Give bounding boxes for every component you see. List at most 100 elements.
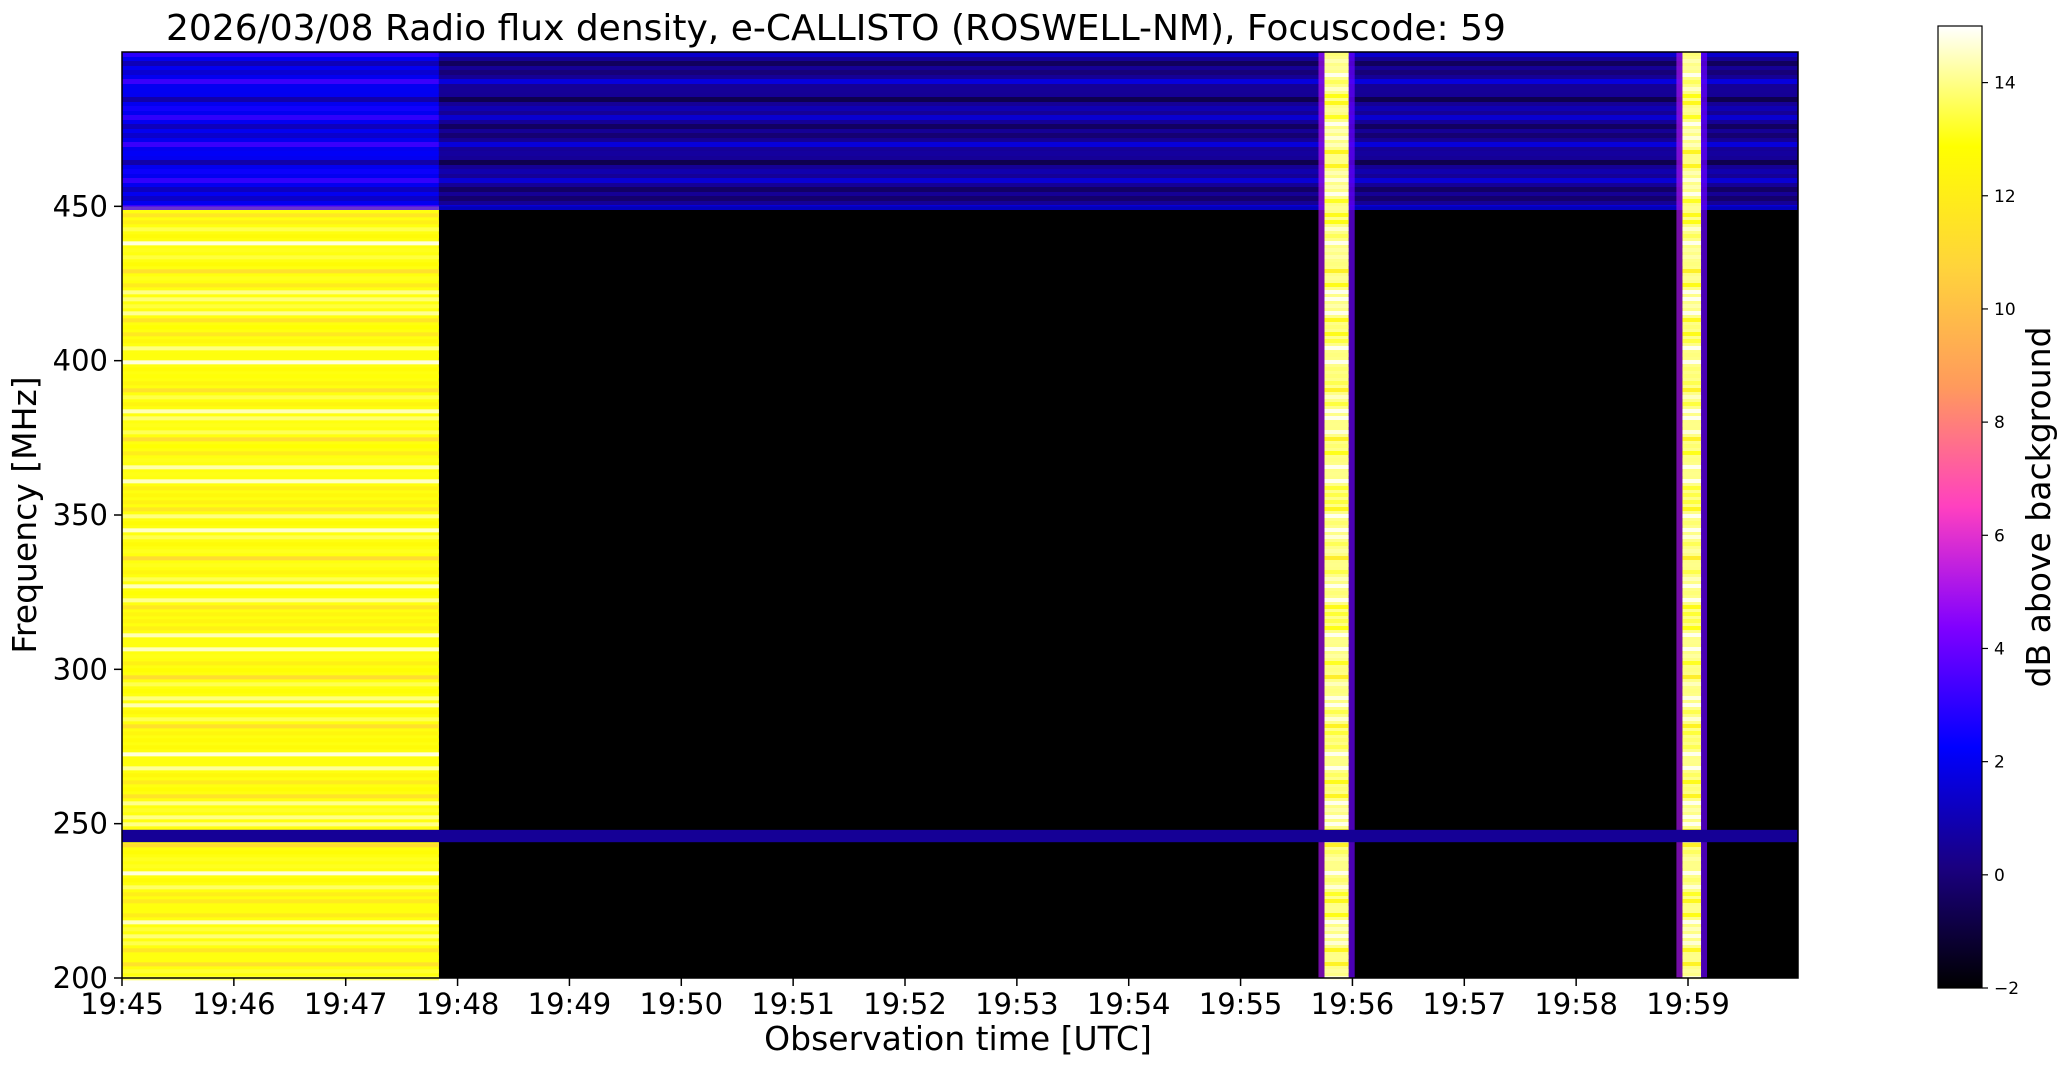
- heatmap-stripe: [122, 843, 439, 848]
- heatmap-stripe: [1682, 570, 1702, 574]
- heatmap-stripe: [122, 248, 439, 253]
- y-tick-label: 400: [53, 344, 108, 378]
- heatmap-stripe: [1324, 59, 1349, 63]
- heatmap-stripe: [122, 822, 439, 827]
- heatmap-stripe: [1682, 269, 1702, 273]
- heatmap-stripe: [1682, 199, 1702, 203]
- heatmap-stripe: [122, 79, 439, 84]
- heatmap-stripe: [1324, 892, 1349, 896]
- heatmap-stripe: [1682, 479, 1702, 483]
- heatmap-stripe: [122, 151, 439, 156]
- heatmap-stripe: [122, 339, 439, 344]
- heatmap-stripe: [1324, 500, 1349, 504]
- heatmap-stripe: [1324, 871, 1349, 875]
- heatmap-stripe: [1324, 486, 1349, 490]
- heatmap-stripe: [1324, 332, 1349, 336]
- heatmap-stripe: [1324, 143, 1349, 147]
- heatmap-stripe: [1682, 542, 1702, 546]
- x-tick-label: 19:57: [1423, 987, 1507, 1021]
- heatmap-stripe: [1324, 444, 1349, 448]
- heatmap-stripe: [1324, 773, 1349, 777]
- heatmap-stripe: [1324, 451, 1349, 455]
- heatmap-stripe: [122, 106, 439, 111]
- heatmap-stripe: [1324, 402, 1349, 406]
- heatmap-stripe: [1682, 822, 1702, 826]
- heatmap-stripe: [1682, 773, 1702, 777]
- x-tick-label: 19:51: [751, 987, 835, 1021]
- heatmap-stripe: [122, 815, 439, 820]
- heatmap-stripe: [1324, 612, 1349, 616]
- heatmap-stripe: [122, 290, 439, 295]
- heatmap-stripe: [1682, 864, 1702, 868]
- heatmap-stripe: [122, 591, 439, 596]
- heatmap-stripe: [1324, 164, 1349, 168]
- heatmap-stripe: [1324, 269, 1349, 273]
- heatmap-stripe: [122, 682, 439, 687]
- heatmap-stripe: [122, 654, 439, 659]
- heatmap-stripe: [1324, 857, 1349, 861]
- heatmap-stripe: [1682, 430, 1702, 434]
- heatmap-stripe: [1324, 668, 1349, 672]
- heatmap-stripe: [1682, 759, 1702, 763]
- heatmap-stripe: [122, 276, 439, 281]
- heatmap-stripe: [122, 850, 439, 855]
- heatmap-stripe: [122, 115, 439, 120]
- heatmap-stripe: [122, 549, 439, 554]
- heatmap-stripe: [1682, 668, 1702, 672]
- heatmap-stripe: [122, 570, 439, 575]
- heatmap-stripe: [122, 633, 439, 638]
- heatmap-stripe: [1324, 682, 1349, 686]
- heatmap-stripe: [122, 318, 439, 323]
- heatmap-stripe: [1324, 507, 1349, 511]
- heatmap-stripe: [1682, 633, 1702, 637]
- heatmap-stripe: [1324, 339, 1349, 343]
- heatmap-stripe: [1682, 150, 1702, 154]
- heatmap-stripe: [1324, 367, 1349, 371]
- heatmap-stripe: [1324, 360, 1349, 364]
- heatmap-stripe: [122, 759, 439, 764]
- heatmap-stripe: [122, 787, 439, 792]
- heatmap-stripe: [1324, 325, 1349, 329]
- heatmap-stripe: [1682, 213, 1702, 217]
- heatmap-stripe: [122, 528, 439, 533]
- heatmap-stripe: [1682, 486, 1702, 490]
- heatmap-stripe: [122, 255, 439, 260]
- heatmap-stripe: [1682, 703, 1702, 707]
- heatmap-stripe: [122, 626, 439, 631]
- heatmap-stripe: [1682, 780, 1702, 784]
- heatmap-stripe: [1682, 850, 1702, 854]
- y-tick-label: 350: [53, 498, 108, 532]
- heatmap-stripe: [1682, 388, 1702, 392]
- heatmap-stripe: [1324, 969, 1349, 973]
- heatmap-stripe: [1324, 941, 1349, 945]
- heatmap-cell: [438, 52, 1798, 207]
- y-tick-label: 300: [53, 652, 108, 686]
- heatmap-stripe: [122, 311, 439, 316]
- y-axis: 200 250 300 350 400 450: [53, 189, 122, 995]
- spectrogram-figure: 2026/03/08 Radio flux density, e-CALLIST…: [5, 8, 2058, 1058]
- heatmap-stripe: [122, 661, 439, 666]
- heatmap-stripe: [1324, 808, 1349, 812]
- heatmap-stripe: [1324, 843, 1349, 847]
- heatmap-stripe: [1682, 885, 1702, 889]
- heatmap-stripe: [1682, 192, 1702, 196]
- heatmap-stripe: [1682, 738, 1702, 742]
- heatmap-stripe: [1324, 178, 1349, 182]
- heatmap-stripe: [122, 409, 439, 414]
- plot-area: [121, 51, 1799, 981]
- x-tick-label: 19:47: [304, 987, 388, 1021]
- heatmap-stripe: [1324, 248, 1349, 252]
- heatmap-stripe: [122, 325, 439, 330]
- heatmap-stripe: [1682, 115, 1702, 119]
- heatmap-stripe: [122, 416, 439, 421]
- heatmap-stripe: [1682, 234, 1702, 238]
- heatmap-stripe: [1682, 731, 1702, 735]
- heatmap-stripe: [122, 444, 439, 449]
- heatmap-stripe: [122, 472, 439, 477]
- heatmap-stripe: [1324, 710, 1349, 714]
- heatmap-stripe: [1682, 724, 1702, 728]
- heatmap-stripe: [122, 353, 439, 358]
- heatmap-stripe: [122, 70, 439, 75]
- heatmap-stripe: [1324, 157, 1349, 161]
- heatmap-stripe: [1324, 472, 1349, 476]
